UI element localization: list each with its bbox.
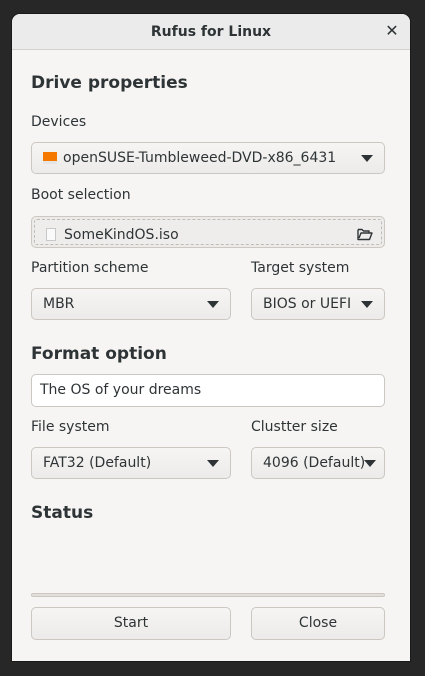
status-heading: Status [31, 503, 94, 523]
chevron-down-icon [364, 460, 376, 467]
volume-label-input[interactable]: The OS of your dreams [31, 374, 385, 407]
file-system-label: File system [31, 419, 110, 435]
drive-properties-heading: Drive properties [31, 73, 188, 93]
chevron-down-icon [361, 155, 373, 162]
chevron-down-icon [361, 301, 373, 308]
format-option-heading: Format option [31, 344, 167, 364]
file-system-value: FAT32 (Default) [43, 455, 152, 471]
window-title: Rufus for Linux [150, 24, 272, 40]
filechooser-frame: SomeKindOS.iso [34, 219, 382, 245]
usb-drive-icon [43, 152, 57, 164]
partition-scheme-dropdown[interactable]: MBR [31, 288, 231, 320]
boot-file-name: SomeKindOS.iso [64, 227, 179, 243]
target-system-label: Target system [251, 260, 350, 276]
boot-selection-label: Boot selection [31, 187, 131, 203]
partition-scheme-label: Partition scheme [31, 260, 149, 276]
target-system-value: BIOS or UEFI [263, 296, 352, 312]
rufus-window: Rufus for Linux ✕ Drive properties Devic… [12, 14, 410, 661]
progress-bar [31, 593, 385, 597]
cluster-size-dropdown[interactable]: 4096 (Default) [251, 447, 385, 479]
cluster-size-label: Clustter size [251, 419, 338, 435]
close-icon[interactable]: ✕ [382, 21, 402, 41]
target-system-dropdown[interactable]: BIOS or UEFI [251, 288, 385, 320]
devices-label: Devices [31, 114, 87, 130]
file-icon [46, 228, 56, 241]
file-system-dropdown[interactable]: FAT32 (Default) [31, 447, 231, 479]
close-button[interactable]: Close [251, 607, 385, 640]
partition-scheme-value: MBR [43, 296, 75, 312]
chevron-down-icon [207, 460, 219, 467]
cluster-size-value: 4096 (Default) [263, 455, 366, 471]
boot-selection-filechooser[interactable]: SomeKindOS.iso [31, 216, 385, 248]
volume-label-value: The OS of your dreams [40, 382, 202, 398]
title-bar: Rufus for Linux ✕ [12, 14, 410, 50]
devices-value: openSUSE-Tumbleweed-DVD-x86_6431 [63, 150, 337, 166]
folder-open-icon[interactable] [357, 227, 373, 241]
devices-dropdown[interactable]: openSUSE-Tumbleweed-DVD-x86_6431 [31, 142, 385, 174]
chevron-down-icon [207, 301, 219, 308]
start-button[interactable]: Start [31, 607, 231, 640]
